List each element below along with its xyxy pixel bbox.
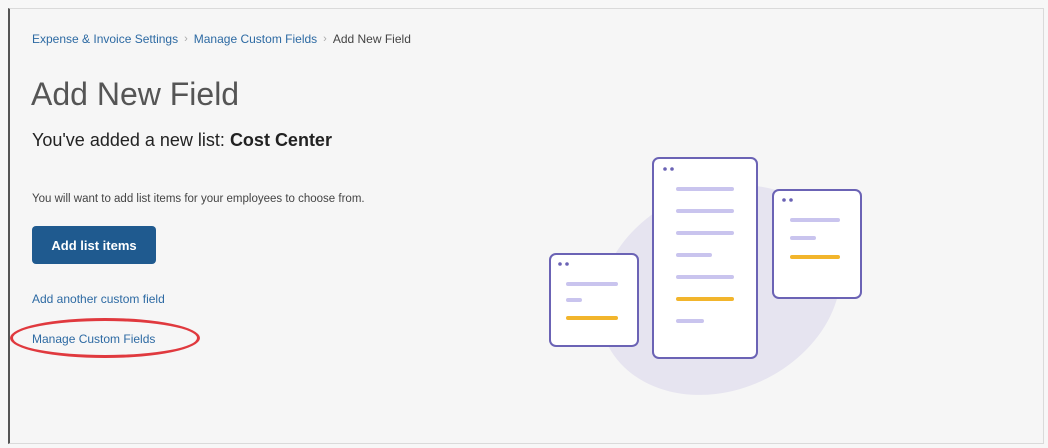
medium-document-card	[772, 189, 862, 299]
breadcrumb-current: Add New Field	[332, 32, 411, 46]
manage-custom-fields-link[interactable]: Manage Custom Fields	[32, 332, 155, 346]
confirmation-prefix: You've added a new list:	[32, 130, 225, 150]
breadcrumb: Expense & Invoice Settings › Manage Cust…	[32, 32, 411, 46]
large-document-card	[652, 157, 758, 359]
small-document-card	[549, 253, 639, 347]
add-list-items-button[interactable]: Add list items	[32, 226, 156, 264]
confirmation-message: You've added a new list: Cost Center	[32, 130, 332, 151]
breadcrumb-separator: ›	[184, 33, 188, 45]
documents-illustration	[549, 157, 862, 395]
page-frame	[8, 8, 1044, 444]
description-text: You will want to add list items for your…	[32, 193, 365, 205]
breadcrumb-expense-invoice-settings[interactable]: Expense & Invoice Settings	[32, 32, 178, 46]
add-another-custom-field-link[interactable]: Add another custom field	[32, 292, 165, 306]
list-name: Cost Center	[229, 130, 332, 150]
page-title: Add New Field	[31, 76, 240, 112]
breadcrumb-manage-custom-fields[interactable]: Manage Custom Fields	[194, 32, 317, 46]
breadcrumb-separator: ›	[323, 33, 327, 45]
